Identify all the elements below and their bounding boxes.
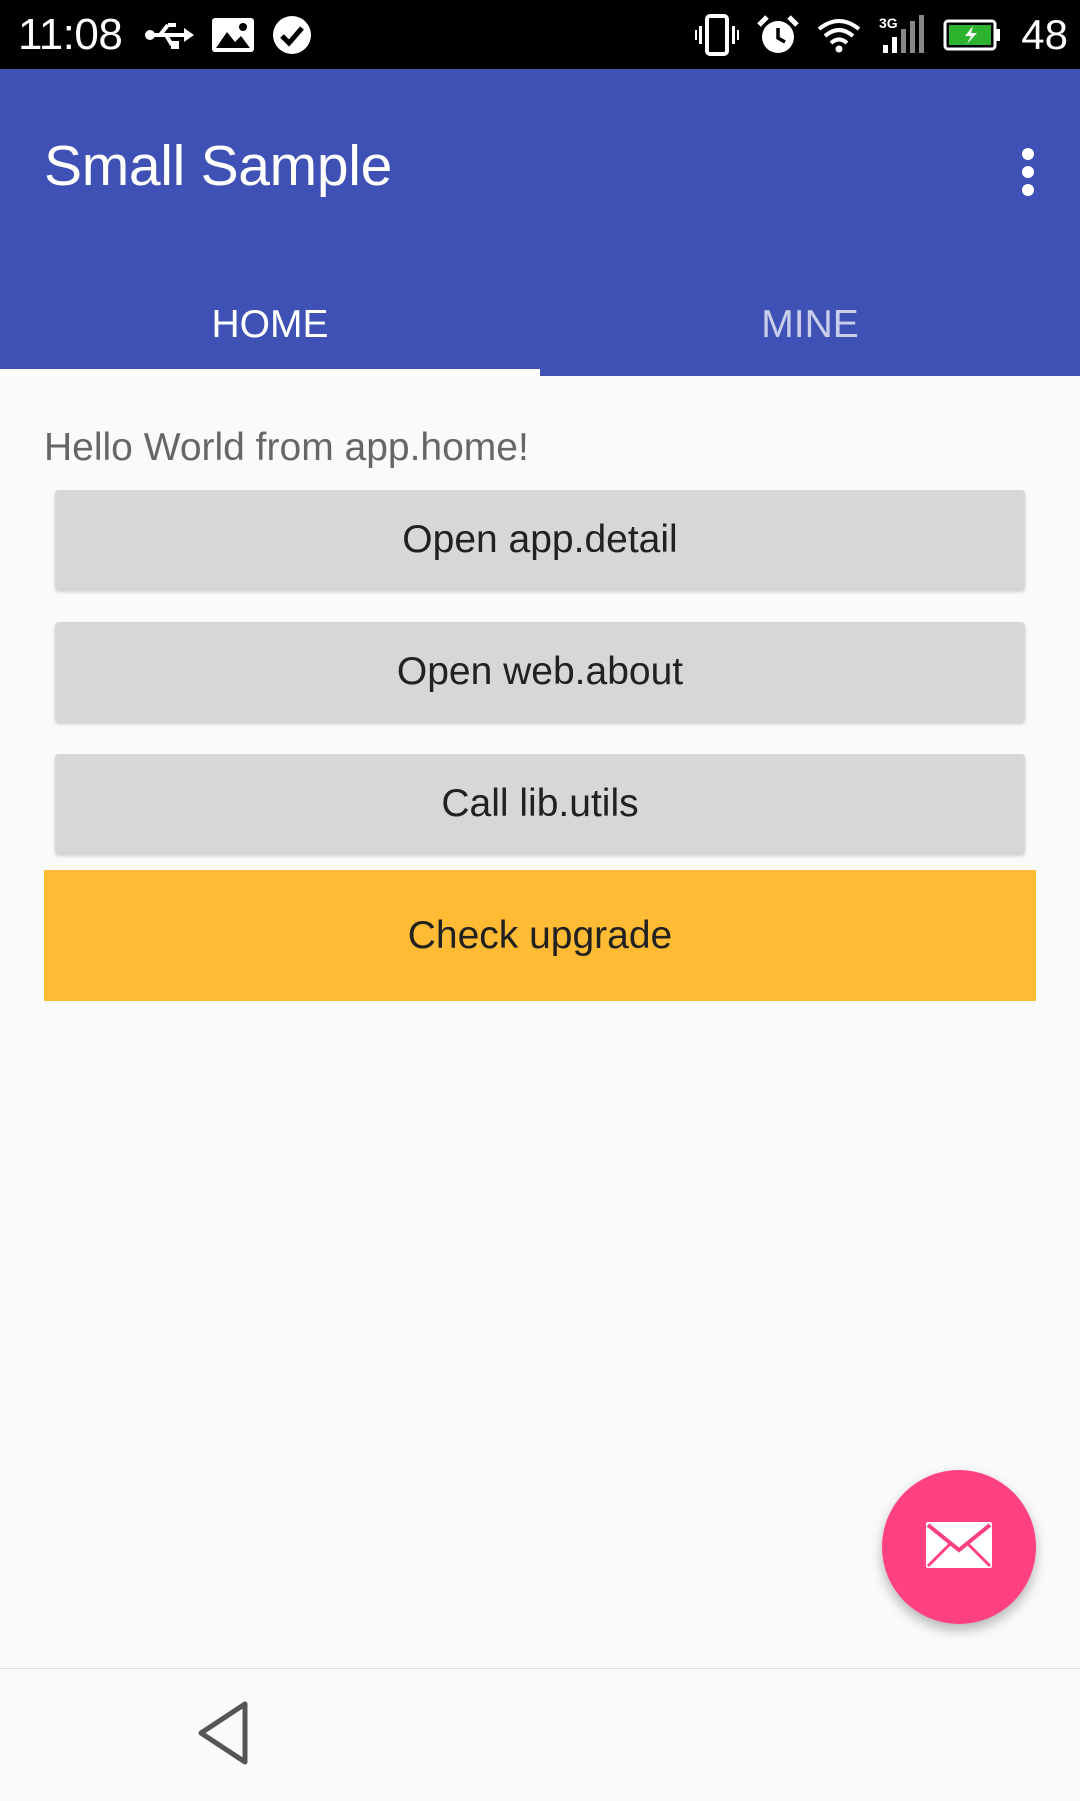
tab-mine[interactable]: MINE [540, 273, 1080, 376]
signal-3g-icon: 3G [879, 14, 925, 55]
status-left: 11:08 [18, 0, 328, 69]
tab-bar: HOME MINE [0, 273, 1080, 376]
tab-home[interactable]: HOME [0, 273, 540, 376]
usb-icon [144, 20, 195, 50]
open-about-button[interactable]: Open web.about [55, 622, 1025, 722]
battery-charging-icon [943, 19, 1001, 51]
battery-level: 48 [1021, 10, 1068, 58]
back-button[interactable] [188, 1695, 258, 1775]
mail-icon [924, 1520, 994, 1575]
overflow-menu-button[interactable] [998, 129, 1058, 219]
app-bar: Small Sample HOME MINE [0, 69, 1080, 376]
back-triangle-icon [195, 1700, 251, 1771]
mail-fab-button[interactable] [882, 1470, 1036, 1624]
open-detail-button[interactable]: Open app.detail [55, 490, 1025, 590]
call-utils-button[interactable]: Call lib.utils [55, 754, 1025, 854]
more-vert-icon [1020, 147, 1036, 202]
status-bar: 11:08 3G 48 [0, 0, 1080, 69]
vibrate-icon [695, 13, 740, 56]
app-title: Small Sample [44, 134, 393, 198]
svg-text:3G: 3G [879, 15, 898, 31]
alarm-icon [757, 14, 800, 56]
hello-text: Hello World from app.home! [44, 426, 529, 469]
status-time: 11:08 [18, 9, 123, 59]
check-upgrade-button[interactable]: Check upgrade [44, 870, 1036, 1001]
check-circle-icon [272, 15, 312, 55]
tab-mine-label: MINE [761, 302, 859, 346]
tab-home-label: HOME [211, 302, 329, 346]
navigation-bar [0, 1668, 1080, 1801]
wifi-icon [817, 17, 861, 53]
image-icon [210, 16, 256, 54]
status-right: 3G 48 [695, 0, 1068, 69]
tab-indicator [0, 369, 540, 376]
